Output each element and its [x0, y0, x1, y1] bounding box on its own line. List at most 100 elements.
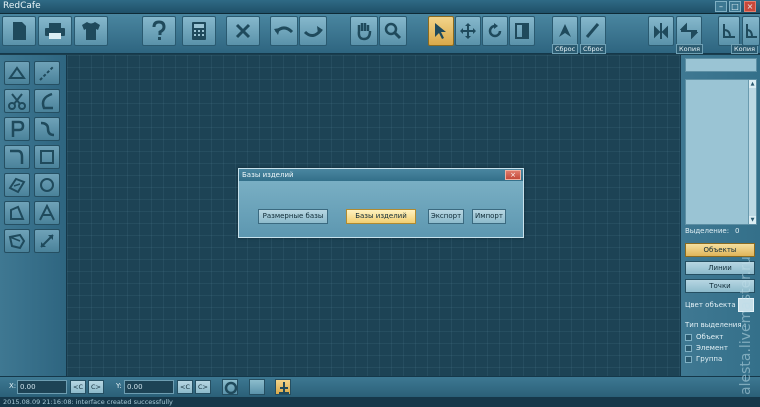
main-toolbar: Сброс Сброс Копия Копия — [0, 14, 760, 54]
y-prev-button[interactable]: <C — [177, 380, 193, 394]
element-checkbox[interactable] — [685, 345, 692, 352]
help-button[interactable] — [142, 16, 176, 46]
blank-toggle-button[interactable] — [249, 379, 265, 395]
import-button[interactable]: Импорт — [472, 209, 506, 224]
angle-copy-icon — [746, 24, 757, 38]
objects-list[interactable]: ▲ ▼ — [685, 79, 757, 225]
objects-list-scrollbar[interactable]: ▲ ▼ — [748, 80, 756, 224]
square-icon — [40, 150, 54, 164]
rotated-shape-tool[interactable] — [4, 173, 30, 197]
product-bases-button[interactable]: Базы изделий — [346, 209, 416, 224]
angle-button[interactable] — [718, 16, 740, 46]
shirt-button[interactable] — [74, 16, 108, 46]
reset-label-1[interactable]: Сброс — [552, 44, 579, 54]
redo-button[interactable] — [299, 16, 327, 46]
anchor-icon — [279, 382, 289, 394]
mirror-button[interactable] — [509, 16, 535, 46]
calculator-button[interactable] — [182, 16, 216, 46]
x-prev-button[interactable]: <C — [70, 380, 86, 394]
app-window: RedCafe – □ × Сброс Сброс Копия Копия ▲ … — [0, 0, 760, 407]
x-coordinate-label: X: — [9, 382, 17, 390]
letter-p-tool[interactable] — [4, 117, 30, 141]
pencil-button[interactable] — [580, 16, 606, 46]
scroll-up-icon[interactable]: ▲ — [749, 80, 756, 88]
print-icon — [45, 23, 65, 39]
resize-arrow-tool[interactable] — [34, 229, 60, 253]
object-checkbox[interactable] — [685, 334, 692, 341]
resize-arrow-icon — [40, 234, 54, 248]
corner-tool[interactable] — [4, 145, 30, 169]
properties-input[interactable] — [685, 58, 757, 72]
dashed-line-tool[interactable] — [34, 61, 60, 85]
y-coordinate-field[interactable]: 0.00 — [124, 380, 174, 394]
triangle-tool[interactable] — [4, 61, 30, 85]
scissors-tool[interactable] — [4, 89, 30, 113]
undo-icon — [274, 26, 294, 35]
hand-icon — [357, 23, 372, 41]
undo-button[interactable] — [270, 16, 298, 46]
shape-tool-button[interactable] — [552, 16, 578, 46]
scroll-down-icon[interactable]: ▼ — [749, 216, 756, 224]
copy-label-1[interactable]: Копия — [676, 44, 703, 54]
dialog-close-button[interactable]: × — [505, 170, 521, 180]
letter-p-icon — [11, 120, 25, 137]
group-option-label: Группа — [696, 355, 723, 363]
y-next-button[interactable]: C> — [195, 380, 211, 394]
help-icon — [152, 20, 166, 40]
delete-button[interactable] — [226, 16, 260, 46]
rotate-button[interactable] — [482, 16, 508, 46]
y-coordinate-label: Y: — [116, 382, 122, 390]
angle-copy-button[interactable] — [742, 16, 760, 46]
s-curve-icon — [40, 121, 55, 137]
shape-icon — [559, 24, 571, 37]
print-button[interactable] — [38, 16, 72, 46]
snap-button[interactable] — [222, 379, 238, 395]
flip-vertical-button[interactable] — [648, 16, 674, 46]
reset-label-2[interactable]: Сброс — [580, 44, 607, 54]
redo-icon — [303, 26, 323, 37]
letter-a-tool[interactable] — [34, 201, 60, 225]
dashed-line-icon — [39, 65, 55, 81]
scissors-icon — [8, 93, 26, 110]
close-window-button[interactable]: × — [744, 1, 756, 12]
circle-tool[interactable] — [34, 173, 60, 197]
magnet-icon — [224, 381, 238, 395]
circle-icon — [40, 178, 54, 192]
selection-label: Выделение: — [685, 227, 730, 235]
selection-type-label: Тип выделения : — [685, 321, 747, 329]
move-button[interactable] — [455, 16, 481, 46]
title-bar: RedCafe – □ × — [0, 0, 760, 14]
x-next-button[interactable]: C> — [88, 380, 104, 394]
pencil-icon — [585, 23, 600, 38]
pointer-icon — [435, 23, 446, 39]
flip-horizontal-button[interactable] — [676, 16, 702, 46]
new-document-icon — [13, 22, 26, 40]
calculator-icon — [192, 22, 206, 40]
objects-button[interactable]: Объекты — [685, 243, 755, 257]
minimize-button[interactable]: – — [715, 1, 727, 12]
anchor-button[interactable] — [275, 379, 291, 395]
hand-button[interactable] — [350, 16, 378, 46]
rotate-icon — [488, 23, 502, 38]
maximize-button[interactable]: □ — [729, 1, 741, 12]
corner-icon — [10, 149, 24, 164]
pointer-button[interactable] — [428, 16, 454, 46]
size-bases-button[interactable]: Размерные базы — [258, 209, 328, 224]
rotated-shape-icon — [8, 177, 26, 194]
pentagon-tool[interactable] — [4, 229, 30, 253]
shirt-icon — [82, 22, 100, 40]
new-document-button[interactable] — [2, 16, 36, 46]
zoom-button[interactable] — [379, 16, 407, 46]
quadrilateral-tool[interactable] — [4, 201, 30, 225]
s-curve-tool[interactable] — [34, 117, 60, 141]
object-option-label: Объект — [696, 333, 724, 341]
square-tool[interactable] — [34, 145, 60, 169]
group-checkbox[interactable] — [685, 356, 692, 363]
x-coordinate-field[interactable]: 0.00 — [17, 380, 67, 394]
export-button[interactable]: Экспорт — [428, 209, 464, 224]
object-color-label: Цвет объекта — [685, 301, 736, 309]
left-tool-panel — [0, 55, 67, 376]
zoom-icon — [384, 22, 402, 40]
curve-tool[interactable] — [34, 89, 60, 113]
quadrilateral-icon — [10, 205, 25, 220]
